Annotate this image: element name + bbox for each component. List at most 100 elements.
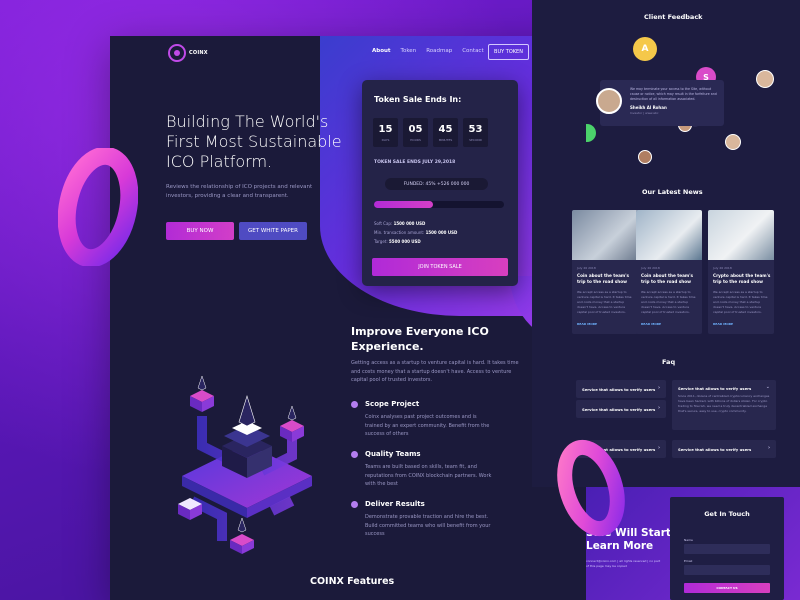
- countdown-label: SECOND: [469, 137, 482, 142]
- faq-item[interactable]: Service that allows to verify users ›: [576, 380, 666, 398]
- nav-link-about[interactable]: About: [372, 48, 391, 54]
- news-card[interactable]: July 26 2018 Crypto about the team's tri…: [708, 210, 774, 334]
- white-paper-button[interactable]: GET WHITE PAPER: [239, 222, 307, 240]
- funding-progress-fill: [374, 201, 433, 208]
- name-label: Name: [684, 538, 693, 542]
- feature-description: Teams are built based on skills, team fi…: [365, 464, 492, 487]
- chevron-down-icon: ⌄: [765, 384, 770, 390]
- read-more-link[interactable]: READ MORE: [577, 322, 597, 326]
- min-transaction: Min. transaction amount: 1500 000 USD: [374, 230, 457, 235]
- token-sale-card: Token Sale Ends In: 15 DAYS 05 HOURS 45 …: [362, 80, 518, 286]
- nav-link-token[interactable]: Token: [401, 48, 417, 54]
- read-more-link[interactable]: READ MORE: [641, 322, 661, 326]
- news-image: [636, 210, 702, 260]
- testimonial-name: Sheikh Al Rohan: [630, 105, 667, 110]
- faq-question: Service that allows to verify users: [582, 386, 656, 392]
- faq-question: Service that allows to verify users: [582, 406, 656, 412]
- avatar-letter: A: [641, 44, 649, 54]
- chevron-right-icon: ›: [657, 385, 660, 391]
- news-title: Coin about the team's trip to the road s…: [577, 273, 630, 284]
- news-title: Coin about the team's trip to the road s…: [641, 273, 694, 284]
- buy-now-button[interactable]: BUY NOW: [166, 222, 234, 240]
- chevron-right-icon: ›: [767, 445, 770, 451]
- bullet-dot-icon: [351, 401, 358, 408]
- countdown-hours: 05 HOURS: [403, 118, 428, 147]
- read-more-link[interactable]: READ MORE: [713, 322, 733, 326]
- secondary-page: Client Feedback A S We may terminate you…: [532, 0, 800, 487]
- countdown-seconds: 53 SECOND: [463, 118, 488, 147]
- blockchain-illustration: [178, 375, 312, 554]
- news-date: July 26 2018: [713, 266, 732, 270]
- chevron-right-icon: ›: [657, 445, 660, 451]
- testimonial-text: We may terminate your access to the Site…: [630, 87, 717, 101]
- email-field[interactable]: [684, 565, 770, 575]
- min-transaction-value: 1500 000 USD: [425, 230, 458, 235]
- min-transaction-label: Min. transaction amount:: [374, 230, 425, 235]
- features-heading: COINX Features: [310, 576, 395, 587]
- countdown-label: DAYS: [381, 137, 390, 142]
- countdown-value: 45: [438, 123, 453, 135]
- buy-token-button[interactable]: BUY TOKEN: [488, 44, 529, 60]
- ring-decoration-icon: [557, 439, 625, 537]
- avatar: [725, 134, 741, 150]
- name-field[interactable]: [684, 544, 770, 554]
- faq-question: Service that allows to verify users: [678, 386, 752, 391]
- navbar: COINX About Token Roadmap Contact BUY TO…: [110, 36, 586, 72]
- contact-us-button[interactable]: CONTACT US: [684, 583, 770, 593]
- news-card[interactable]: July 26 2018 Coin about the team's trip …: [572, 210, 638, 334]
- chevron-right-icon: ›: [657, 405, 660, 411]
- coin-logo-icon: [168, 44, 186, 62]
- logo[interactable]: COINX: [168, 44, 208, 62]
- improve-description: Getting access as a startup to venture c…: [351, 360, 519, 383]
- decor-dot: [586, 124, 596, 142]
- nav-link-contact[interactable]: Contact: [462, 48, 483, 54]
- faq-item-expanded[interactable]: Service that allows to verify users ⌄ Si…: [672, 380, 776, 430]
- news-date: July 26 2018: [641, 266, 660, 270]
- ring-decoration-icon: [58, 148, 138, 266]
- nav-link-roadmap[interactable]: Roadmap: [426, 48, 452, 54]
- target: Target: 5500 000 USD: [374, 239, 421, 244]
- feature-description: Coinx analyses past project outcomes and…: [365, 414, 490, 437]
- hero-description: Reviews the relationship of ICO projects…: [166, 184, 313, 199]
- news-title: Crypto about the team's trip to the road…: [713, 273, 771, 284]
- countdown: 15 DAYS 05 HOURS 45 MINUTES 53 SECOND: [373, 118, 488, 147]
- countdown-days: 15 DAYS: [373, 118, 398, 147]
- token-sale-title: Token Sale Ends In:: [374, 95, 462, 104]
- target-label: Target:: [374, 239, 388, 244]
- countdown-value: 05: [408, 123, 423, 135]
- avatar: [638, 150, 652, 164]
- faq-answer: Since 2011, dozens of centralized crypto…: [678, 394, 770, 413]
- promo-footnote: connect@coinx.com | all rights reserved …: [586, 559, 661, 568]
- feature-title: Quality Teams: [365, 450, 421, 458]
- faq-item[interactable]: Service that allows to verify users ›: [576, 400, 666, 418]
- funded-badge: FUNDED: 45% +526 000 000: [385, 178, 488, 190]
- testimonial-card: We may terminate your access to the Site…: [596, 80, 724, 126]
- feature-title: Scope Project: [365, 400, 420, 408]
- faq-item[interactable]: Service that allows to verify users ›: [672, 440, 776, 458]
- news-image: [708, 210, 774, 260]
- contact-form: Get In Touch Name Email CONTACT US: [670, 497, 784, 600]
- promo-line: Learn More: [586, 540, 654, 552]
- join-token-sale-button[interactable]: JOIN TOKEN SALE: [372, 258, 508, 276]
- logo-text: COINX: [189, 50, 208, 56]
- countdown-value: 15: [378, 123, 393, 135]
- contact-title: Get In Touch: [704, 510, 750, 518]
- testimonial-role: Investor | www.abc: [630, 111, 659, 115]
- news-image: [572, 210, 638, 260]
- sale-end-date: TOKEN SALE ENDS JULY 29,2018: [374, 160, 456, 165]
- nav-links: About Token Roadmap Contact: [372, 48, 484, 54]
- news-description: We accept access as a startup to venture…: [641, 290, 696, 314]
- countdown-label: MINUTES: [438, 137, 453, 142]
- countdown-value: 53: [468, 123, 483, 135]
- news-description: We accept access as a startup to venture…: [713, 290, 768, 314]
- bullet-dot-icon: [351, 501, 358, 508]
- soft-cap-value: 1500 000 USD: [393, 221, 426, 226]
- news-card[interactable]: July 26 2018 Coin about the team's trip …: [636, 210, 702, 334]
- funding-progress-bar: [374, 201, 504, 208]
- avatar-bubble-a: A: [633, 37, 657, 61]
- landing-page: COINX About Token Roadmap Contact BUY TO…: [110, 36, 586, 600]
- latest-news-heading: Our Latest News: [642, 188, 703, 196]
- avatar: [756, 70, 774, 88]
- news-description: We accept access as a startup to venture…: [577, 290, 632, 314]
- email-label: Email: [684, 559, 693, 563]
